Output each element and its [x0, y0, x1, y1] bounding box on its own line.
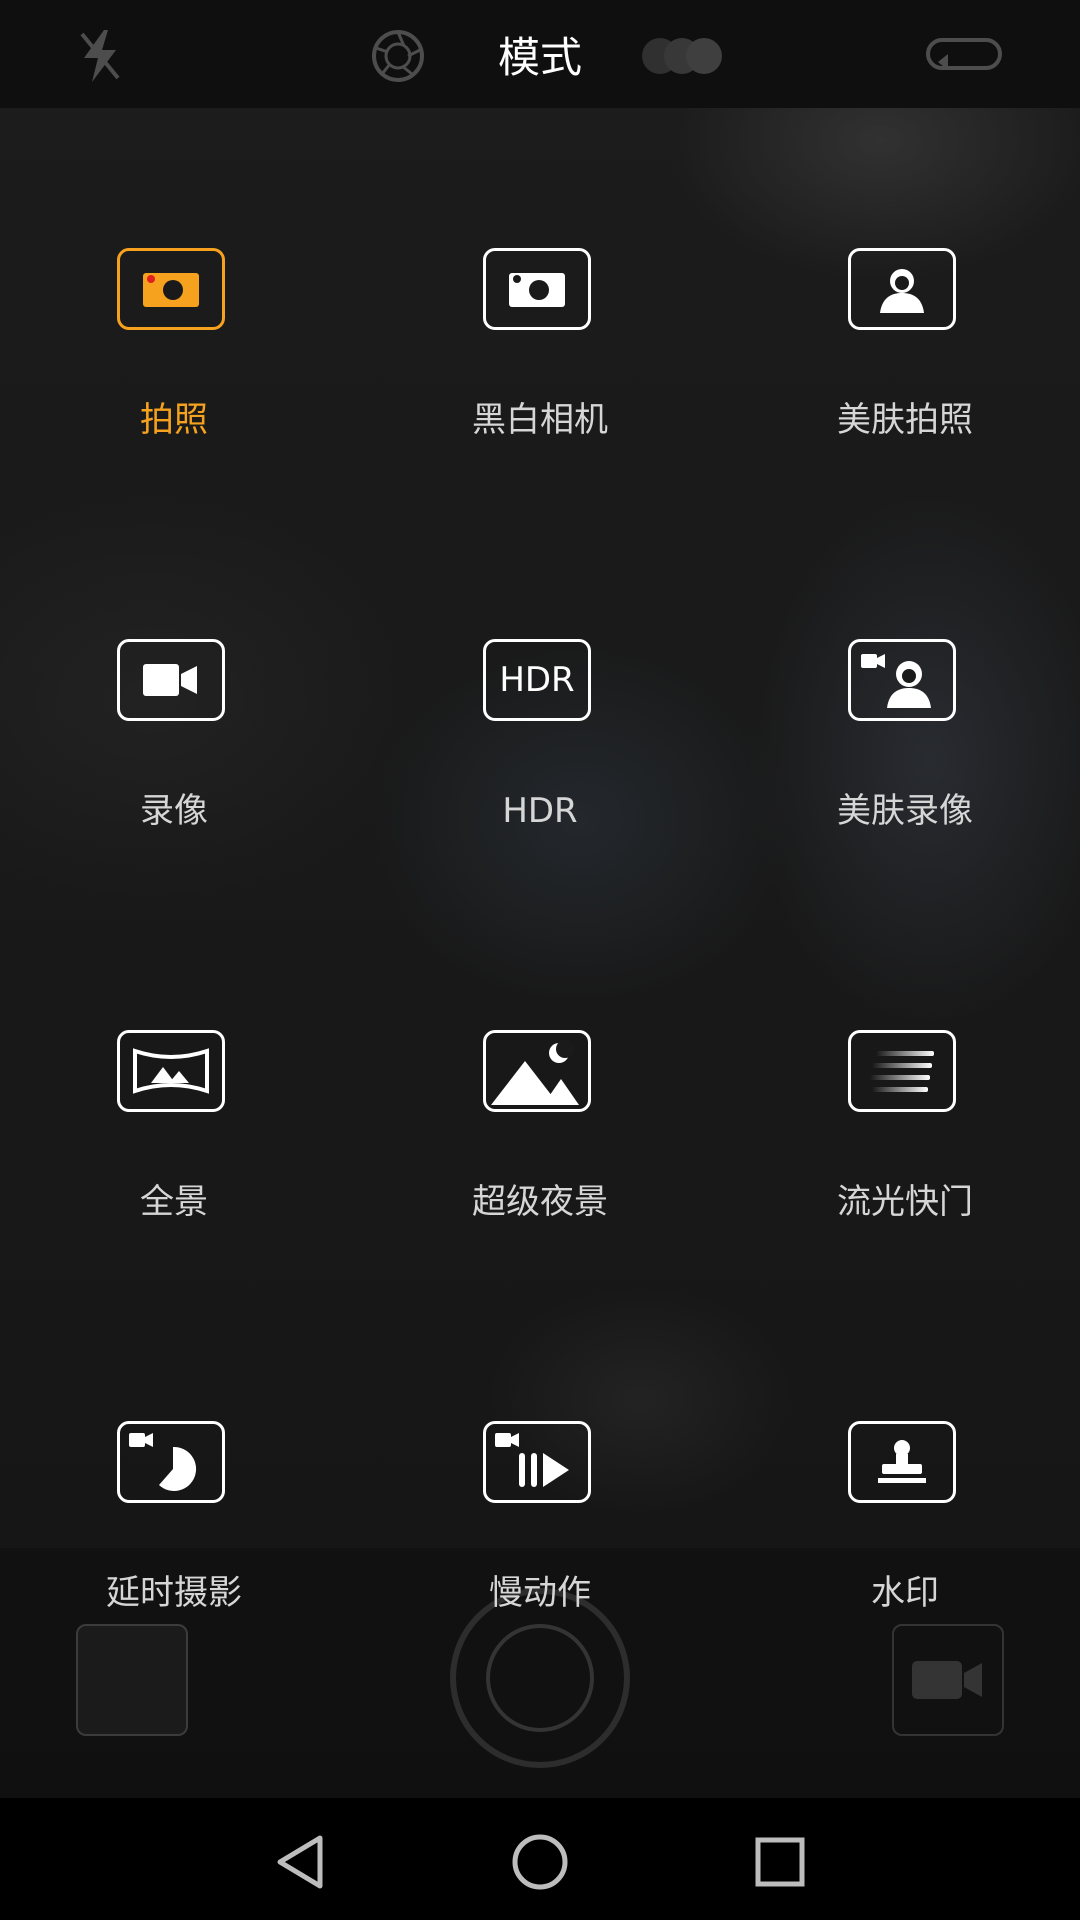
home-icon[interactable]	[500, 1822, 580, 1902]
mode-label: 全景	[140, 1182, 208, 1222]
camera-icon	[117, 248, 225, 330]
monochrome-camera-icon	[483, 248, 591, 330]
time-lapse-icon	[117, 1421, 225, 1503]
night-scene-icon	[483, 1030, 591, 1112]
camera-mode-screen: 模式 拍照 黑白相机 美肤拍照 录像 HDR HDR 美肤录像 全景 超级夜景 …	[0, 0, 1080, 1920]
mode-beauty-video[interactable]: 美肤录像	[755, 499, 1055, 831]
beauty-portrait-icon	[848, 248, 956, 330]
mode-label: 延时摄影	[106, 1573, 242, 1613]
mode-slow-motion[interactable]: 慢动作	[390, 1281, 690, 1613]
mode-super-night[interactable]: 超级夜景	[390, 890, 690, 1222]
shutter-inner-ring	[486, 1624, 594, 1732]
mode-video[interactable]: 录像	[24, 499, 324, 831]
mode-label: HDR	[502, 791, 578, 831]
hdr-icon-text: HDR	[499, 660, 575, 700]
watermark-icon	[848, 1421, 956, 1503]
panorama-icon	[117, 1030, 225, 1112]
slow-motion-icon	[483, 1421, 591, 1503]
video-camera-icon	[912, 1661, 982, 1699]
mode-label: 慢动作	[489, 1573, 591, 1613]
top-bar: 模式	[0, 0, 1080, 108]
mode-hdr[interactable]: HDR HDR	[390, 499, 690, 831]
gallery-thumbnail[interactable]	[76, 1624, 188, 1736]
shutter-button[interactable]	[450, 1588, 630, 1768]
light-painting-icon	[848, 1030, 956, 1112]
mode-monochrome[interactable]: 黑白相机	[390, 108, 690, 440]
mode-panorama[interactable]: 全景	[24, 890, 324, 1222]
mode-time-lapse[interactable]: 延时摄影	[24, 1281, 324, 1613]
mode-label: 美肤拍照	[837, 400, 973, 440]
video-record-button[interactable]	[892, 1624, 1004, 1736]
page-title: 模式	[497, 33, 582, 82]
mode-watermark[interactable]: 水印	[755, 1281, 1055, 1613]
mode-label: 美肤录像	[837, 791, 973, 831]
mode-label: 水印	[871, 1573, 939, 1613]
color-filter-icon[interactable]	[640, 28, 726, 84]
mode-light-painting[interactable]: 流光快门	[755, 890, 1055, 1222]
back-icon[interactable]	[260, 1822, 340, 1902]
video-camera-icon	[117, 639, 225, 721]
mode-photo[interactable]: 拍照	[24, 108, 324, 440]
mode-label: 拍照	[140, 400, 208, 440]
mode-label: 流光快门	[837, 1182, 973, 1222]
mode-label: 录像	[140, 791, 208, 831]
beauty-video-icon	[848, 639, 956, 721]
mode-beauty-photo[interactable]: 美肤拍照	[755, 108, 1055, 440]
mode-label: 超级夜景	[472, 1182, 608, 1222]
recents-icon[interactable]	[740, 1822, 820, 1902]
hdr-icon: HDR	[483, 639, 591, 721]
mode-label: 黑白相机	[472, 400, 608, 440]
switch-camera-icon[interactable]	[924, 28, 1004, 84]
system-nav-bar	[0, 1798, 1080, 1920]
